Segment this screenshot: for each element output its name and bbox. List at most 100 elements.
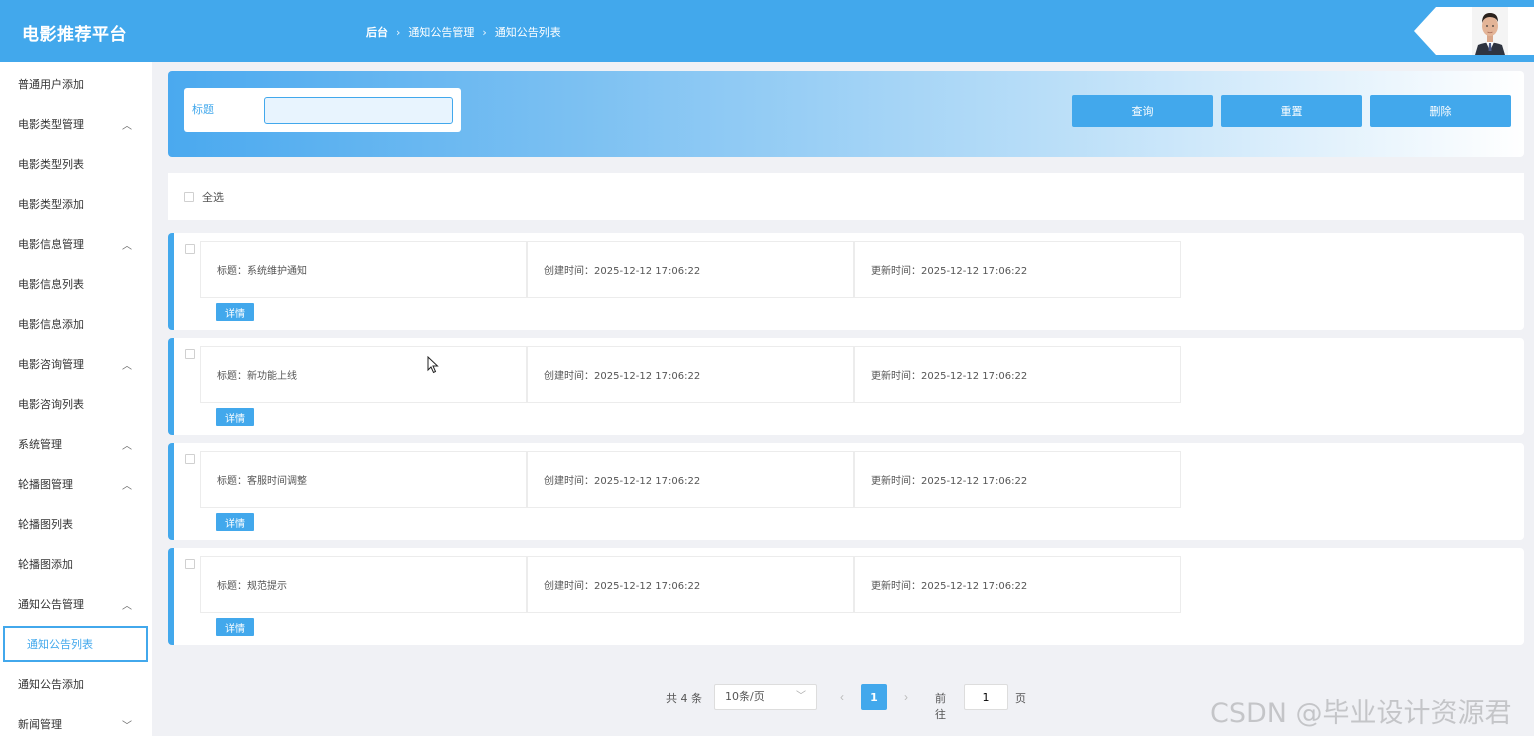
chevron-down-icon: ﹀ bbox=[122, 721, 132, 732]
notice-card: 标题：新功能上线 创建时间：2025-12-12 17:06:22 更新时间：2… bbox=[168, 338, 1524, 435]
row-checkbox[interactable] bbox=[185, 559, 195, 569]
sidebar-item-label: 通知公告添加 bbox=[18, 678, 84, 691]
sidebar-item-label: 电影咨询管理 bbox=[18, 358, 84, 371]
delete-button[interactable]: 删除 bbox=[1370, 95, 1511, 127]
notice-updated-time: 更新时间：2025-12-12 17:06:22 bbox=[854, 346, 1181, 403]
sidebar-item-movie-type-manage[interactable]: 电影类型管理 ︿ bbox=[0, 104, 152, 144]
notice-updated-time: 更新时间：2025-12-12 17:06:22 bbox=[854, 556, 1181, 613]
notice-created-time: 创建时间：2025-12-12 17:06:22 bbox=[527, 241, 854, 298]
goto-label: 前往 bbox=[935, 692, 946, 721]
page-size-select[interactable]: 10条/页 ﹀ bbox=[714, 684, 817, 710]
notice-title: 标题：新功能上线 bbox=[200, 346, 527, 403]
goto-page-input[interactable] bbox=[964, 684, 1008, 710]
sidebar-item-system-manage[interactable]: 系统管理 ︿ bbox=[0, 424, 152, 464]
sidebar-item-user-add[interactable]: 普通用户添加 bbox=[0, 64, 152, 104]
chevron-up-icon: ︿ bbox=[122, 361, 132, 372]
sidebar-item-label: 电影咨询列表 bbox=[18, 398, 84, 411]
sidebar-item-carousel-manage[interactable]: 轮播图管理 ︿ bbox=[0, 464, 152, 504]
notice-card: 标题：规范提示 创建时间：2025-12-12 17:06:22 更新时间：20… bbox=[168, 548, 1524, 645]
sidebar-item-label: 轮播图管理 bbox=[18, 478, 73, 491]
sidebar-item-label: 轮播图列表 bbox=[18, 518, 73, 531]
title-search-input[interactable] bbox=[264, 97, 453, 124]
row-checkbox[interactable] bbox=[185, 454, 195, 464]
sidebar-item-label: 通知公告管理 bbox=[18, 598, 84, 611]
chevron-up-icon: ︿ bbox=[122, 601, 132, 612]
user-avatar-tab[interactable] bbox=[1414, 7, 1534, 55]
page-number-button[interactable]: 1 bbox=[861, 684, 887, 710]
breadcrumb-item[interactable]: 通知公告管理 bbox=[408, 24, 474, 40]
notice-created-time: 创建时间：2025-12-12 17:06:22 bbox=[527, 346, 854, 403]
chevron-up-icon: ︿ bbox=[122, 481, 132, 492]
chevron-right-icon: › bbox=[396, 25, 401, 39]
select-all-checkbox[interactable] bbox=[184, 191, 194, 202]
breadcrumb-home[interactable]: 后台 bbox=[366, 24, 388, 40]
sidebar-item-label: 电影类型列表 bbox=[18, 158, 84, 171]
sidebar-item-label: 系统管理 bbox=[18, 438, 62, 451]
sidebar-item-label: 电影信息列表 bbox=[18, 278, 84, 291]
notice-updated-time: 更新时间：2025-12-12 17:06:22 bbox=[854, 241, 1181, 298]
notice-card: 标题：系统维护通知 创建时间：2025-12-12 17:06:22 更新时间：… bbox=[168, 233, 1524, 330]
chevron-down-icon: ﹀ bbox=[796, 691, 806, 702]
prev-page-button[interactable]: ‹ bbox=[829, 684, 855, 710]
search-panel: 标题 查询 重置 删除 bbox=[168, 71, 1524, 157]
reset-button[interactable]: 重置 bbox=[1221, 95, 1362, 127]
select-all-bar: 全选 bbox=[168, 173, 1524, 220]
sidebar-item-notice-add[interactable]: 通知公告添加 bbox=[0, 664, 152, 704]
row-checkbox[interactable] bbox=[185, 349, 195, 359]
chevron-right-icon: › bbox=[482, 25, 487, 39]
sidebar-item-label: 电影类型添加 bbox=[18, 198, 84, 211]
chevron-right-icon: › bbox=[904, 690, 908, 704]
notice-title: 标题：客服时间调整 bbox=[200, 451, 527, 508]
sidebar-item-movie-info-add[interactable]: 电影信息添加 bbox=[0, 304, 152, 344]
sidebar-item-label: 普通用户添加 bbox=[18, 78, 84, 91]
notice-updated-time: 更新时间：2025-12-12 17:06:22 bbox=[854, 451, 1181, 508]
app-title: 电影推荐平台 bbox=[22, 25, 127, 45]
sidebar-item-label: 电影信息添加 bbox=[18, 318, 84, 331]
detail-button[interactable]: 详情 bbox=[216, 618, 254, 636]
notice-card: 标题：客服时间调整 创建时间：2025-12-12 17:06:22 更新时间：… bbox=[168, 443, 1524, 540]
chevron-up-icon: ︿ bbox=[122, 121, 132, 132]
notice-created-time: 创建时间：2025-12-12 17:06:22 bbox=[527, 451, 854, 508]
page-size-value: 10条/页 bbox=[725, 690, 765, 703]
notice-title: 标题：系统维护通知 bbox=[200, 241, 527, 298]
sidebar-item-label: 电影信息管理 bbox=[18, 238, 84, 251]
row-checkbox[interactable] bbox=[185, 244, 195, 254]
select-all-label[interactable]: 全选 bbox=[202, 189, 224, 205]
user-avatar[interactable] bbox=[1472, 7, 1508, 55]
chevron-up-icon: ︿ bbox=[122, 441, 132, 452]
sidebar-item-news-manage[interactable]: 新闻管理 ﹀ bbox=[0, 704, 152, 736]
sidebar-item-movie-type-add[interactable]: 电影类型添加 bbox=[0, 184, 152, 224]
top-header: 电影推荐平台 后台 › 通知公告管理 › 通知公告列表 bbox=[0, 0, 1534, 62]
sidebar-menu: 普通用户添加 电影类型管理 ︿ 电影类型列表 电影类型添加 电影信息管理 ︿ 电影信… bbox=[0, 62, 152, 736]
sidebar-item-movie-consult-list[interactable]: 电影咨询列表 bbox=[0, 384, 152, 424]
sidebar-item-label: 电影类型管理 bbox=[18, 118, 84, 131]
mouse-cursor-icon bbox=[427, 355, 439, 378]
breadcrumb-current: 通知公告列表 bbox=[494, 26, 561, 39]
page-unit-label: 页 bbox=[1015, 692, 1026, 705]
sidebar-item-notice-manage[interactable]: 通知公告管理 ︿ bbox=[0, 584, 152, 624]
sidebar-item-movie-type-list[interactable]: 电影类型列表 bbox=[0, 144, 152, 184]
sidebar-item-label: 轮播图添加 bbox=[18, 558, 73, 571]
sidebar-item-notice-list[interactable]: 通知公告列表 bbox=[3, 626, 148, 662]
total-count: 共 4 条 bbox=[666, 692, 702, 705]
next-page-button[interactable]: › bbox=[893, 684, 919, 710]
sidebar-item-carousel-list[interactable]: 轮播图列表 bbox=[0, 504, 152, 544]
detail-button[interactable]: 详情 bbox=[216, 303, 254, 321]
sidebar-item-label: 新闻管理 bbox=[18, 718, 62, 731]
notice-created-time: 创建时间：2025-12-12 17:06:22 bbox=[527, 556, 854, 613]
sidebar-item-movie-consult-manage[interactable]: 电影咨询管理 ︿ bbox=[0, 344, 152, 384]
notice-title: 标题：规范提示 bbox=[200, 556, 527, 613]
search-label: 标题 bbox=[192, 103, 214, 116]
sidebar-item-label: 通知公告列表 bbox=[27, 638, 93, 651]
chevron-left-icon: ‹ bbox=[840, 690, 844, 704]
detail-button[interactable]: 详情 bbox=[216, 513, 254, 531]
search-field-group: 标题 bbox=[184, 88, 461, 132]
sidebar-item-movie-info-list[interactable]: 电影信息列表 bbox=[0, 264, 152, 304]
sidebar-item-movie-info-manage[interactable]: 电影信息管理 ︿ bbox=[0, 224, 152, 264]
csdn-watermark: CSDN @毕业设计资源君 bbox=[1210, 698, 1512, 729]
breadcrumb: 后台 › 通知公告管理 › 通知公告列表 bbox=[366, 24, 561, 40]
detail-button[interactable]: 详情 bbox=[216, 408, 254, 426]
sidebar-item-carousel-add[interactable]: 轮播图添加 bbox=[0, 544, 152, 584]
query-button[interactable]: 查询 bbox=[1072, 95, 1213, 127]
chevron-up-icon: ︿ bbox=[122, 241, 132, 252]
